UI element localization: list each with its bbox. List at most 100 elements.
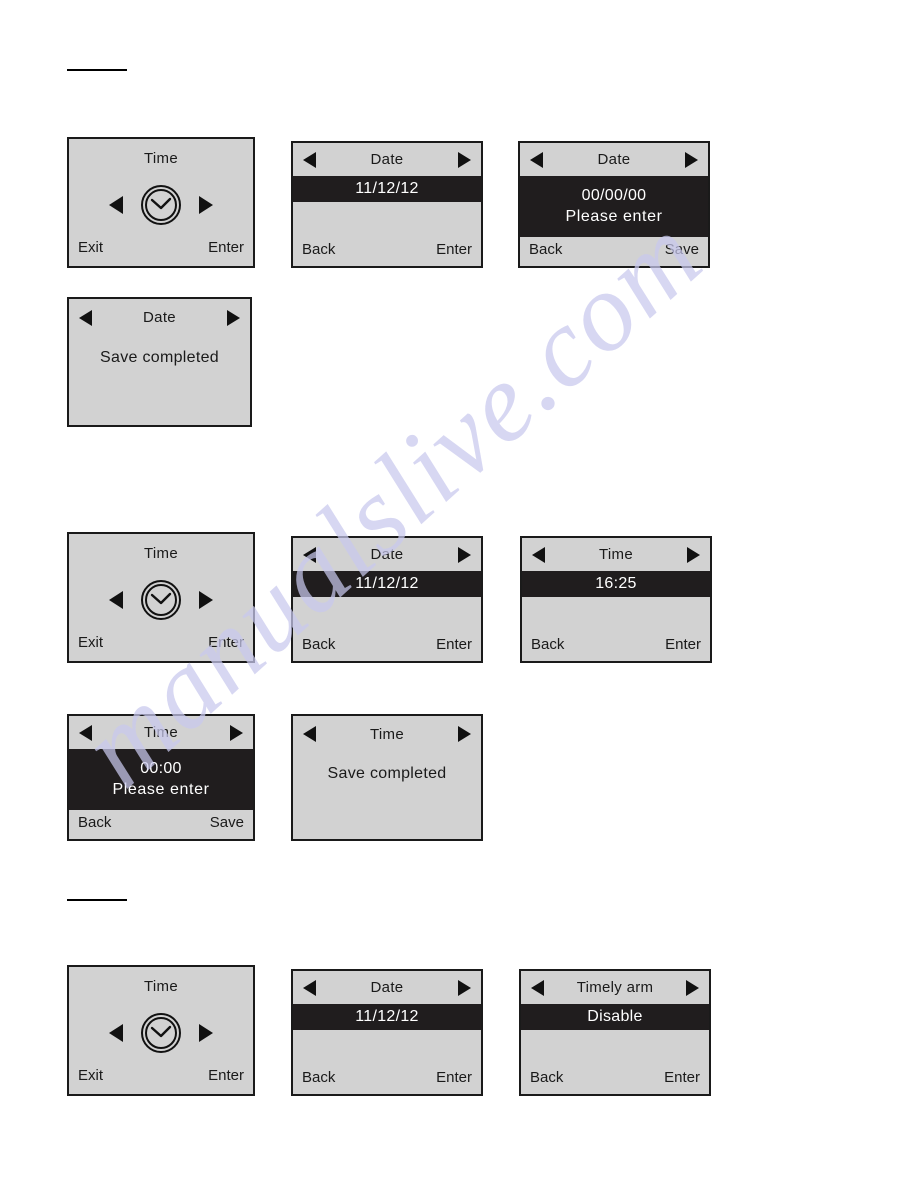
arrow-left-icon[interactable] xyxy=(79,724,92,741)
lcd-clock-body xyxy=(69,572,253,628)
lcd-screen-time-menu[interactable]: Time 16:25 Back Enter xyxy=(520,536,712,663)
lcd-title-label: Time xyxy=(144,149,178,167)
arrow-right-icon[interactable] xyxy=(458,151,471,168)
softkey-right-label[interactable]: Enter xyxy=(436,1069,472,1086)
lcd-title-bar: Time xyxy=(522,538,710,571)
lcd-blank-area xyxy=(293,1030,481,1065)
arrow-left-icon[interactable] xyxy=(530,151,543,168)
softkey-left-label[interactable]: Back xyxy=(78,814,111,831)
lcd-title-label: Date xyxy=(370,979,404,996)
lcd-selected-value[interactable]: Disable xyxy=(521,1004,709,1030)
softkey-right-label[interactable]: Save xyxy=(210,814,244,831)
lcd-value-label: 00:00 xyxy=(140,760,182,777)
softkey-left-label[interactable]: Exit xyxy=(78,634,103,651)
lcd-screen-date-menu-1[interactable]: Date 11/12/12 Back Enter xyxy=(291,141,483,268)
softkey-left-label[interactable]: Back xyxy=(530,1069,563,1086)
lcd-title-bar: Time xyxy=(293,716,481,752)
lcd-footer: Back Save xyxy=(520,237,708,266)
arrow-left-icon[interactable] xyxy=(303,151,316,168)
lcd-message: Save completed xyxy=(69,336,250,380)
softkey-right-label[interactable]: Enter xyxy=(208,1067,244,1084)
lcd-title-bar: Date xyxy=(293,143,481,176)
lcd-message: Save completed xyxy=(293,752,481,795)
lcd-title-label: Time xyxy=(144,544,178,562)
arrow-right-icon[interactable] xyxy=(458,979,471,996)
arrow-left-icon[interactable] xyxy=(79,309,92,326)
arrow-right-icon[interactable] xyxy=(687,546,700,563)
clock-icon xyxy=(141,185,181,225)
softkey-right-label[interactable]: Enter xyxy=(664,1069,700,1086)
arrow-right-icon[interactable] xyxy=(686,979,699,996)
softkey-right-label[interactable]: Enter xyxy=(208,634,244,651)
lcd-footer: Back Enter xyxy=(293,237,481,266)
lcd-screen-date-entry[interactable]: Date 00/00/00 Please enter Back Save xyxy=(518,141,710,268)
lcd-screen-timely-arm[interactable]: Timely arm Disable Back Enter xyxy=(519,969,711,1096)
lcd-blank-area xyxy=(293,795,481,839)
arrow-left-icon[interactable] xyxy=(109,591,123,609)
lcd-value-label: 11/12/12 xyxy=(355,575,419,592)
lcd-value-label: 11/12/12 xyxy=(355,1008,419,1025)
lcd-screen-time-entry[interactable]: Time 00:00 Please enter Back Save xyxy=(67,714,255,841)
lcd-title-label: Time xyxy=(144,724,178,741)
lcd-title-bar: Time xyxy=(69,534,253,572)
lcd-prompt-label: Please enter xyxy=(112,781,210,798)
softkey-right-label[interactable]: Enter xyxy=(208,239,244,256)
lcd-footer: Exit Enter xyxy=(69,233,253,266)
lcd-screen-date-menu-2[interactable]: Date 11/12/12 Back Enter xyxy=(291,536,483,663)
lcd-value-label: 16:25 xyxy=(595,575,637,592)
lcd-selected-value[interactable]: 11/12/12 xyxy=(293,1004,481,1030)
softkey-left-label[interactable]: Exit xyxy=(78,239,103,256)
lcd-screen-time-saved[interactable]: Time Save completed xyxy=(291,714,483,841)
section-rule-bottom xyxy=(67,899,127,901)
softkey-left-label[interactable]: Back xyxy=(302,636,335,653)
lcd-screen-date-saved[interactable]: Date Save completed xyxy=(67,297,252,427)
arrow-right-icon[interactable] xyxy=(199,196,213,214)
softkey-left-label[interactable]: Back xyxy=(302,1069,335,1086)
lcd-selected-value[interactable]: 11/12/12 xyxy=(293,571,481,597)
softkey-left-label[interactable]: Back xyxy=(529,241,562,258)
lcd-screen-time-clock-2[interactable]: Time Exit Enter xyxy=(67,532,255,663)
lcd-title-label: Date xyxy=(143,309,176,326)
arrow-right-icon[interactable] xyxy=(199,1024,213,1042)
lcd-screen-time-clock-1[interactable]: Time Exit Enter xyxy=(67,137,255,268)
arrow-right-icon[interactable] xyxy=(199,591,213,609)
lcd-screen-time-clock-3[interactable]: Time Exit Enter xyxy=(67,965,255,1096)
lcd-selected-value[interactable]: 11/12/12 xyxy=(293,176,481,202)
arrow-left-icon[interactable] xyxy=(303,979,316,996)
softkey-left-label[interactable]: Exit xyxy=(78,1067,103,1084)
arrow-right-icon[interactable] xyxy=(458,726,471,742)
lcd-value-label: Disable xyxy=(587,1008,643,1025)
lcd-title-label: Time xyxy=(144,977,178,995)
arrow-left-icon[interactable] xyxy=(303,546,316,563)
arrow-left-icon[interactable] xyxy=(303,726,316,742)
lcd-entry-area[interactable]: 00:00 Please enter xyxy=(69,749,253,810)
lcd-message-label: Save completed xyxy=(327,764,447,782)
arrow-right-icon[interactable] xyxy=(458,546,471,563)
softkey-left-label[interactable]: Back xyxy=(531,636,564,653)
lcd-title-bar: Date xyxy=(293,971,481,1004)
lcd-blank-area xyxy=(522,597,710,632)
arrow-right-icon[interactable] xyxy=(230,724,243,741)
arrow-left-icon[interactable] xyxy=(532,546,545,563)
lcd-clock-body xyxy=(69,177,253,233)
arrow-left-icon[interactable] xyxy=(109,1024,123,1042)
softkey-right-label[interactable]: Enter xyxy=(665,636,701,653)
softkey-right-label[interactable]: Enter xyxy=(436,241,472,258)
lcd-prompt-label: Please enter xyxy=(565,208,663,225)
arrow-right-icon[interactable] xyxy=(685,151,698,168)
lcd-title-label: Date xyxy=(597,151,631,168)
softkey-right-label[interactable]: Enter xyxy=(436,636,472,653)
lcd-selected-value[interactable]: 16:25 xyxy=(522,571,710,597)
softkey-left-label[interactable]: Back xyxy=(302,241,335,258)
lcd-screen-date-menu-3[interactable]: Date 11/12/12 Back Enter xyxy=(291,969,483,1096)
softkey-right-label[interactable]: Save xyxy=(665,241,699,258)
lcd-footer: Exit Enter xyxy=(69,628,253,661)
lcd-title-bar: Date xyxy=(520,143,708,176)
lcd-title-bar: Time xyxy=(69,967,253,1005)
lcd-title-bar: Date xyxy=(69,299,250,336)
lcd-title-bar: Time xyxy=(69,716,253,749)
arrow-right-icon[interactable] xyxy=(227,309,240,326)
arrow-left-icon[interactable] xyxy=(531,979,544,996)
arrow-left-icon[interactable] xyxy=(109,196,123,214)
lcd-entry-area[interactable]: 00/00/00 Please enter xyxy=(520,176,708,237)
